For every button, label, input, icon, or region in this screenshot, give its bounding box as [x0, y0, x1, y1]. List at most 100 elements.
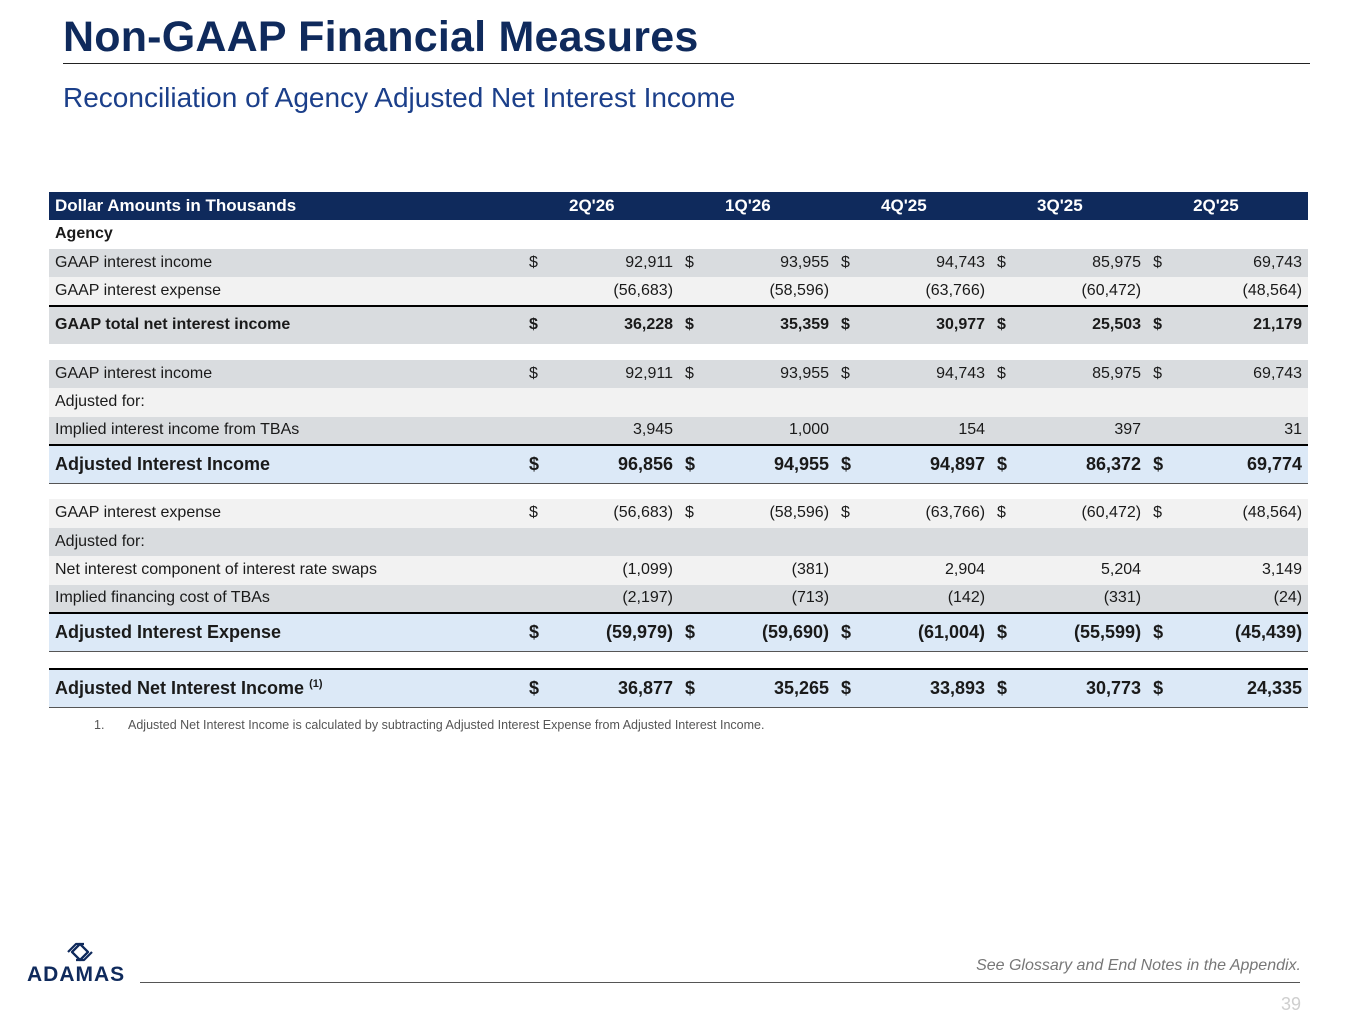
- section-label: Agency: [55, 225, 113, 243]
- dollar-sign: $: [835, 444, 856, 484]
- glossary-note: See Glossary and End Notes in the Append…: [976, 957, 1301, 974]
- row-label: GAAP interest expense: [55, 281, 222, 299]
- row-label: Net interest component of interest rate …: [55, 561, 377, 579]
- row-label: GAAP interest income: [55, 253, 213, 271]
- footnote-number: 1.: [94, 718, 105, 732]
- dollar-sign: $: [679, 612, 700, 652]
- cell-value: 1,000: [788, 421, 830, 439]
- dollar-sign: $: [1153, 364, 1162, 382]
- row-label: GAAP total net interest income: [49, 304, 523, 344]
- table-header-row: Dollar Amounts in Thousands 2Q'26 1Q'26 …: [49, 192, 1309, 220]
- cell-value: (58,596): [769, 281, 830, 299]
- footnote-text: Adjusted Net Interest Income is calculat…: [128, 718, 765, 732]
- dollar-sign: $: [685, 504, 694, 522]
- cell-value: (59,690): [699, 612, 836, 652]
- cell-value: 24,335: [1167, 668, 1309, 708]
- dollar-sign: $: [529, 364, 538, 382]
- dollar-sign: $: [529, 253, 538, 271]
- cell-value: 94,743: [936, 364, 986, 382]
- cell-value: (63,766): [925, 504, 986, 522]
- table-row: GAAP interest income $92,911 $93,955 $94…: [49, 248, 1309, 277]
- dollar-sign: $: [1147, 304, 1168, 344]
- cell-value: 2,904: [945, 561, 986, 579]
- dollar-sign: $: [835, 612, 856, 652]
- dollar-sign: $: [991, 668, 1012, 708]
- cell-value: 21,179: [1167, 304, 1309, 344]
- logo-text: ADAMAS: [27, 963, 126, 986]
- cell-value: (713): [791, 589, 830, 607]
- dollar-sign: $: [1147, 444, 1168, 484]
- dollar-sign: $: [997, 504, 1006, 522]
- dollar-sign: $: [679, 668, 700, 708]
- row-label: Adjusted Interest Income: [49, 444, 523, 484]
- dollar-sign: $: [1147, 612, 1168, 652]
- row-label: Adjusted Interest Expense: [49, 612, 523, 652]
- dollar-sign: $: [841, 364, 850, 382]
- cell-value: (61,004): [855, 612, 992, 652]
- spacer-row: [49, 651, 1309, 669]
- table-row: GAAP interest expense $ (56,683) $ (58,596…: [49, 499, 1309, 528]
- cell-value: 85,975: [1092, 253, 1142, 271]
- cell-value: (48,564): [1242, 504, 1303, 522]
- section-row: Agency: [49, 220, 1309, 249]
- subtotal-row: GAAP total net interest income $36,228 $…: [49, 304, 1309, 344]
- cell-value: 397: [1114, 421, 1142, 439]
- cell-value: 69,774: [1167, 444, 1309, 484]
- dollar-sign: $: [685, 364, 694, 382]
- cell-value: 30,977: [855, 304, 992, 344]
- cell-value: 94,743: [936, 253, 986, 271]
- cell-value: 85,975: [1092, 364, 1142, 382]
- footnote: 1. Adjusted Net Interest Income is calcul…: [94, 717, 764, 733]
- cell-value: (58,596): [769, 504, 830, 522]
- row-label: GAAP interest income: [55, 364, 213, 382]
- cell-value: (60,472): [1081, 504, 1142, 522]
- reconciliation-table: Dollar Amounts in Thousands 2Q'26 1Q'26 …: [49, 192, 1309, 708]
- cell-value: (142): [947, 589, 986, 607]
- dollar-sign: $: [523, 668, 543, 708]
- row-label: Adjusted for:: [55, 532, 145, 550]
- period-header: 1Q'26: [725, 196, 771, 215]
- cell-value: 36,228: [543, 304, 680, 344]
- title-divider: [63, 63, 1310, 64]
- cell-value: (24): [1273, 589, 1303, 607]
- dollar-sign: $: [835, 304, 856, 344]
- row-label: Adjusted Net Interest Income (1): [49, 668, 523, 708]
- table-row: GAAP interest expense (56,683) (58,596) …: [49, 277, 1309, 306]
- table-row: Implied financing cost of TBAs (2,197) (…: [49, 584, 1309, 613]
- cell-value: 93,955: [780, 364, 830, 382]
- cell-value: 3,149: [1262, 561, 1303, 579]
- cell-value: 69,743: [1253, 253, 1303, 271]
- cell-value: 3,945: [632, 421, 674, 439]
- cell-value: 25,503: [1011, 304, 1148, 344]
- dollar-sign: $: [991, 444, 1012, 484]
- table-row: Net interest component of interest rate …: [49, 556, 1309, 585]
- cell-value: 94,955: [699, 444, 836, 484]
- cell-value: 96,856: [543, 444, 680, 484]
- table-row: GAAP interest income $92,911 $93,955 $94…: [49, 359, 1309, 388]
- dollar-sign: $: [529, 504, 538, 522]
- cell-value: 35,265: [699, 668, 836, 708]
- dollar-sign: $: [679, 304, 700, 344]
- dollar-sign: $: [835, 668, 856, 708]
- table-row: Adjusted for:: [49, 527, 1309, 556]
- grand-total-row: Adjusted Net Interest Income (1) $36,877…: [49, 668, 1309, 708]
- dollar-sign: $: [685, 253, 694, 271]
- page-number: 39: [1280, 994, 1301, 1014]
- header-label: Dollar Amounts in Thousands: [55, 196, 297, 215]
- dollar-sign: $: [997, 364, 1006, 382]
- page-title: Non-GAAP Financial Measures: [63, 13, 699, 61]
- row-label: Implied financing cost of TBAs: [55, 589, 270, 607]
- period-header: 4Q'25: [881, 196, 927, 215]
- cell-value: (45,439): [1167, 612, 1309, 652]
- cell-value: 31: [1284, 421, 1303, 439]
- period-header: 3Q'25: [1037, 196, 1083, 215]
- dollar-sign: $: [841, 504, 850, 522]
- page-subtitle: Reconciliation of Agency Adjusted Net In…: [63, 82, 736, 113]
- cell-value: 92,911: [625, 364, 674, 382]
- dollar-sign: $: [1153, 253, 1162, 271]
- row-label: GAAP interest expense: [55, 504, 222, 522]
- cell-value: (60,472): [1081, 281, 1142, 299]
- cell-value: (48,564): [1242, 281, 1303, 299]
- total-row: Adjusted Interest Expense $ (59,979) $ (59…: [49, 612, 1309, 652]
- footnote-ref: (1): [309, 677, 323, 690]
